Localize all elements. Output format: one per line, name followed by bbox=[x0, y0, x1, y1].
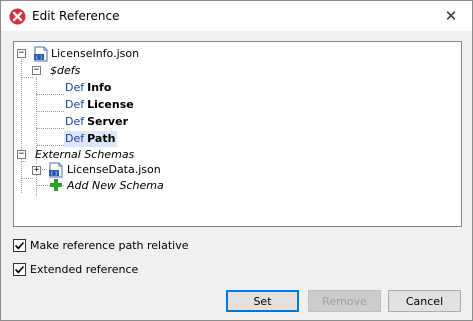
green-plus-icon bbox=[50, 179, 62, 191]
schema-tree: − { } LicenseInfo.json − $defs Def Info bbox=[14, 42, 461, 226]
dialog-title: Edit Reference bbox=[32, 9, 120, 23]
tree-item-external-schemas[interactable]: External Schemas bbox=[35, 147, 134, 163]
def-name: Path bbox=[87, 132, 116, 145]
schema-tree-panel[interactable]: − { } LicenseInfo.json − $defs Def Info bbox=[13, 41, 462, 227]
root-collapse-icon[interactable]: − bbox=[17, 49, 26, 58]
tree-connector bbox=[36, 94, 64, 95]
extended-reference-label: Extended reference bbox=[30, 262, 139, 276]
def-name: Info bbox=[87, 81, 112, 94]
external-file-label: LicenseData.json bbox=[67, 163, 161, 176]
relative-path-checkbox[interactable] bbox=[13, 238, 26, 252]
tree-item-external-file[interactable]: LicenseData.json bbox=[67, 162, 161, 178]
add-new-schema-label: Add New Schema bbox=[67, 179, 164, 192]
extended-reference-checkbox[interactable] bbox=[13, 262, 26, 276]
tree-connector bbox=[21, 178, 33, 179]
def-name: Server bbox=[87, 115, 128, 128]
tree-connector bbox=[21, 77, 33, 78]
json-schema-file-icon: { } bbox=[49, 162, 63, 178]
def-prefix: Def bbox=[65, 132, 85, 145]
expand-icon[interactable]: + bbox=[32, 166, 41, 175]
tree-item-def-license[interactable]: Def License bbox=[65, 97, 134, 113]
close-icon: ✕ bbox=[444, 7, 458, 25]
defs-label: $defs bbox=[50, 64, 81, 77]
tree-connector bbox=[36, 145, 64, 146]
tree-item-root-file[interactable]: LicenseInfo.json bbox=[51, 46, 139, 62]
checkmark-icon bbox=[14, 241, 25, 249]
edit-reference-dialog: Edit Reference ✕ − {} LicenseInfo.json … bbox=[0, 0, 473, 321]
tree-item-def-info[interactable]: Def Info bbox=[65, 80, 111, 96]
defs-collapse-icon[interactable]: − bbox=[32, 66, 41, 75]
tree-item-defs[interactable]: $defs bbox=[50, 63, 80, 79]
external-schemas-label: External Schemas bbox=[35, 148, 135, 161]
cancel-button[interactable]: Cancel bbox=[388, 290, 461, 312]
tree-connector bbox=[42, 169, 47, 170]
tree-connector bbox=[21, 57, 22, 160]
svg-text:{ }: { } bbox=[35, 55, 42, 61]
external-collapse-icon[interactable]: − bbox=[17, 150, 26, 159]
def-name: License bbox=[87, 98, 134, 111]
tree-item-def-path-selected[interactable]: Def Path bbox=[64, 131, 118, 147]
svg-text:{ }: { } bbox=[50, 171, 57, 177]
def-prefix: Def bbox=[65, 115, 85, 128]
json-schema-file-icon: { } bbox=[34, 46, 48, 62]
tree-connector bbox=[21, 161, 22, 193]
tree-item-def-server[interactable]: Def Server bbox=[65, 114, 128, 130]
def-prefix: Def bbox=[65, 81, 85, 94]
app-icon bbox=[9, 8, 26, 25]
relative-path-option[interactable]: Make reference path relative bbox=[13, 237, 189, 253]
tree-connector bbox=[36, 111, 64, 112]
set-button[interactable]: Set bbox=[226, 290, 299, 312]
checkmark-icon bbox=[14, 265, 25, 273]
tree-connector bbox=[36, 128, 64, 129]
relative-path-label: Make reference path relative bbox=[30, 238, 189, 252]
extended-reference-option[interactable]: Extended reference bbox=[13, 261, 138, 277]
def-prefix: Def bbox=[65, 98, 85, 111]
root-file-label: LicenseInfo.json bbox=[51, 47, 140, 60]
close-button[interactable]: ✕ bbox=[430, 1, 472, 31]
remove-button[interactable]: Remove bbox=[308, 290, 381, 312]
title-bar: Edit Reference ✕ bbox=[1, 1, 472, 31]
add-new-schema-item[interactable]: Add New Schema bbox=[67, 178, 164, 194]
